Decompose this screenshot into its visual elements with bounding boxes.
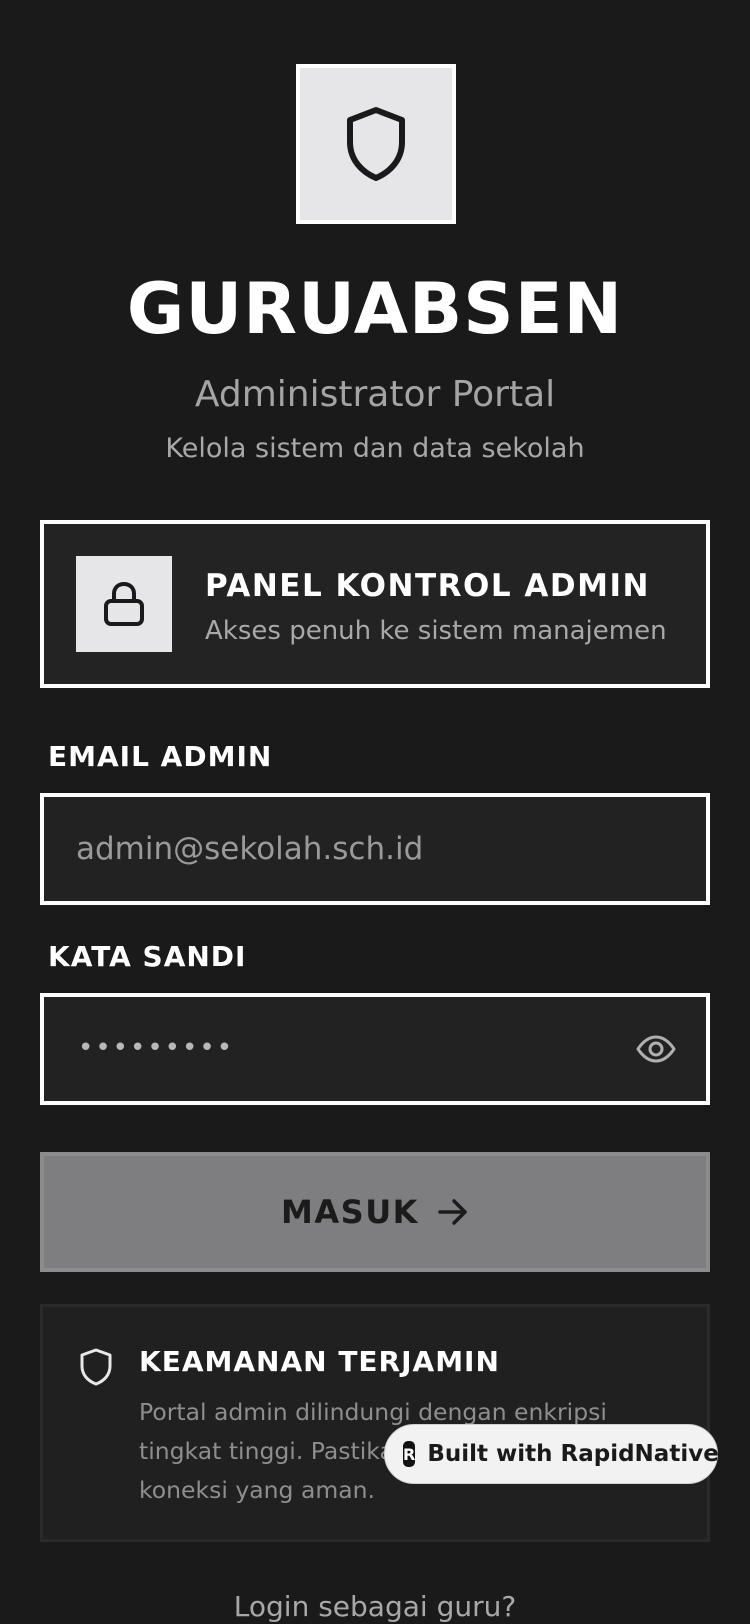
toggle-password-visibility[interactable] <box>636 1029 676 1069</box>
shield-icon <box>347 107 405 181</box>
rapidnative-logo-icon: R <box>403 1441 416 1467</box>
password-label: KATA SANDI <box>48 940 247 973</box>
arrow-right-icon <box>438 1199 467 1225</box>
eye-icon <box>636 1035 676 1063</box>
security-notice: KEAMANAN TERJAMIN Portal admin dilindung… <box>40 1304 710 1542</box>
login-screen: GURUABSEN Administrator Portal Kelola si… <box>0 0 750 1624</box>
security-title: KEAMANAN TERJAMIN <box>139 1345 500 1378</box>
panel-icon-box <box>76 556 172 652</box>
app-logo <box>296 64 456 224</box>
security-icon-wrap <box>79 1347 113 1391</box>
email-label: EMAIL ADMIN <box>48 740 273 773</box>
teacher-login-link[interactable]: Login sebagai guru? <box>0 1590 750 1623</box>
login-button-label: MASUK <box>281 1193 419 1231</box>
rapidnative-badge[interactable]: R Built with RapidNative <box>384 1424 719 1484</box>
panel-title: PANEL KONTROL ADMIN <box>205 568 650 604</box>
email-field[interactable] <box>76 797 636 901</box>
panel-description: Akses penuh ke sistem manajemen <box>205 616 667 646</box>
password-field[interactable]: ••••••••• <box>78 1033 234 1063</box>
login-button[interactable]: MASUK <box>40 1152 710 1272</box>
lock-icon <box>104 581 144 626</box>
admin-panel-card: PANEL KONTROL ADMIN Akses penuh ke siste… <box>40 520 710 688</box>
email-field-box[interactable] <box>40 793 710 905</box>
badge-label: Built with RapidNative <box>427 1441 719 1467</box>
app-title: GURUABSEN <box>126 268 624 350</box>
shield-icon <box>80 1348 112 1386</box>
app-subtitle: Administrator Portal <box>194 374 556 415</box>
password-field-box[interactable]: ••••••••• <box>40 993 710 1105</box>
app-tagline: Kelola sistem dan data sekolah <box>165 433 585 464</box>
